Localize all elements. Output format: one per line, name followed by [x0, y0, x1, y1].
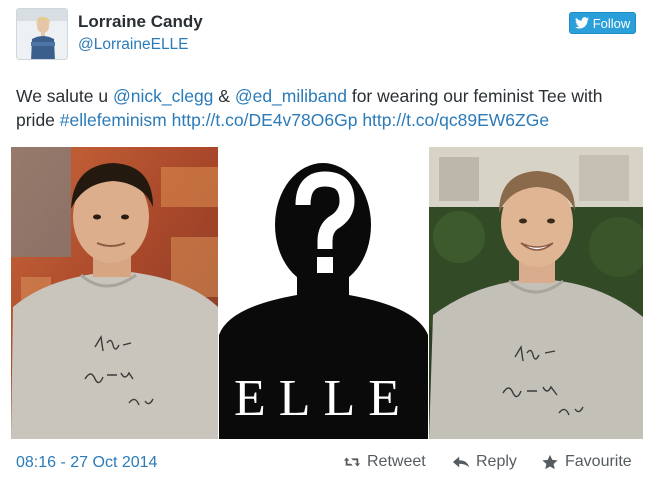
- photo-panel-left: [11, 147, 218, 439]
- photo-panel-center: ELLE: [219, 147, 428, 439]
- reply-icon: [452, 456, 470, 468]
- star-icon: [542, 454, 558, 470]
- display-name[interactable]: Lorraine Candy: [78, 12, 203, 32]
- tweet-text-part: We salute u: [16, 86, 113, 106]
- man-in-tee-photo: [11, 147, 218, 439]
- twitter-bird-icon: [574, 17, 589, 29]
- tweet-card: Lorraine Candy @LorraineELLE Follow We s…: [0, 0, 650, 500]
- follow-button[interactable]: Follow: [569, 12, 636, 34]
- avatar-image: [17, 9, 67, 59]
- favourite-label: Favourite: [565, 453, 632, 470]
- elle-logo: ELLE: [233, 370, 414, 427]
- man-in-tee-photo: [429, 147, 643, 439]
- reply-button[interactable]: Reply: [452, 453, 517, 471]
- mention-link[interactable]: @ed_miliband: [235, 86, 347, 106]
- retweet-icon: [343, 457, 361, 467]
- user-handle[interactable]: @LorraineELLE: [78, 36, 189, 54]
- tweet-timestamp[interactable]: 08:16 - 27 Oct 2014: [16, 454, 157, 472]
- tweet-text: We salute u @nick_clegg & @ed_miliband f…: [16, 84, 636, 132]
- avatar[interactable]: [16, 8, 68, 60]
- tweet-text-part: &: [213, 86, 235, 106]
- follow-button-label: Follow: [592, 15, 631, 31]
- reply-label: Reply: [476, 453, 517, 470]
- hashtag-link[interactable]: #ellefeminism: [60, 110, 167, 130]
- url-link[interactable]: http://t.co/qc89EW6ZGe: [362, 110, 549, 130]
- retweet-label: Retweet: [367, 453, 426, 470]
- favourite-button[interactable]: Favourite: [541, 453, 632, 471]
- url-link[interactable]: http://t.co/DE4v78O6Gp: [172, 110, 358, 130]
- media-image[interactable]: ELLE: [0, 147, 650, 439]
- retweet-button[interactable]: Retweet: [343, 453, 426, 471]
- photo-panel-right: [429, 147, 643, 439]
- tweet-footer: 08:16 - 27 Oct 2014 Retweet Reply Favour…: [0, 440, 650, 490]
- mention-link[interactable]: @nick_clegg: [113, 86, 213, 106]
